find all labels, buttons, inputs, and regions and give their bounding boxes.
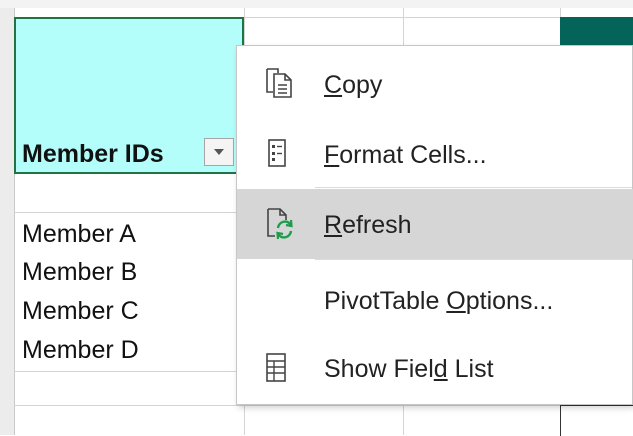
gridline — [14, 405, 633, 406]
column-header-strip — [0, 0, 633, 8]
member-row-cell[interactable]: Member C — [22, 297, 139, 326]
menu-item-refresh[interactable]: Refresh — [237, 189, 633, 259]
menu-label-rest: ptions... — [465, 287, 554, 315]
menu-item-label: Refresh — [324, 211, 412, 240]
menu-item-copy[interactable]: Copy — [237, 49, 633, 119]
refresh-icon — [263, 206, 295, 245]
menu-label-pre: Show Fiel — [324, 355, 434, 383]
chevron-down-icon — [214, 149, 224, 155]
menu-item-pivottable-options[interactable]: PivotTable Options... — [237, 265, 633, 335]
pivot-header-label: Member IDs — [22, 140, 164, 168]
menu-item-label: Format Cells... — [324, 141, 487, 170]
menu-separator — [315, 187, 632, 188]
filter-dropdown-button[interactable] — [204, 138, 234, 166]
menu-item-label: Show Field List — [324, 355, 494, 384]
copy-icon — [263, 66, 295, 105]
cell-border — [560, 405, 633, 436]
menu-separator — [315, 259, 632, 260]
member-row-cell[interactable]: Member B — [22, 258, 137, 287]
member-row-cell[interactable]: Member D — [22, 336, 139, 365]
menu-hotkey: d — [433, 355, 448, 383]
row-header-bar — [0, 8, 15, 435]
menu-hotkey: C — [324, 71, 343, 99]
teal-filled-cell — [560, 17, 633, 47]
menu-hotkey: R — [324, 211, 343, 239]
menu-label-rest: opy — [342, 71, 383, 99]
menu-item-label: Copy — [324, 71, 382, 100]
menu-hotkey: F — [324, 141, 340, 169]
menu-label-rest: ormat Cells... — [339, 141, 487, 169]
menu-hotkey: O — [446, 287, 466, 315]
field-list-icon — [263, 352, 291, 389]
context-menu: Copy Format Cells... Refresh PivotTable … — [236, 45, 633, 405]
menu-item-show-field-list[interactable]: Show Field List — [237, 333, 633, 403]
menu-item-format-cells[interactable]: Format Cells... — [237, 119, 633, 189]
menu-label-pre: PivotTable — [324, 287, 447, 315]
menu-item-label: PivotTable Options... — [324, 287, 553, 316]
format-cells-icon — [263, 138, 291, 173]
menu-label-rest: List — [447, 355, 494, 383]
menu-label-rest: efresh — [342, 211, 412, 239]
member-row-cell[interactable]: Member A — [22, 220, 136, 249]
